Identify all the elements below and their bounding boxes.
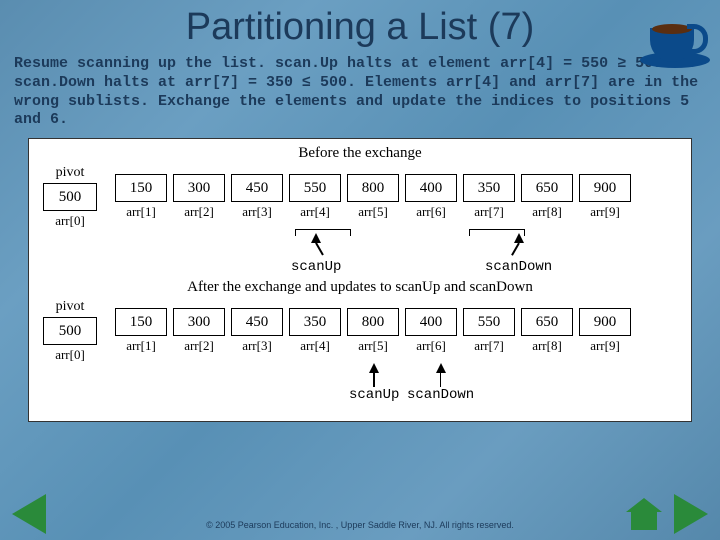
cell-label: arr[3]	[242, 204, 272, 220]
cell-label: arr[2]	[184, 204, 214, 220]
next-slide-button[interactable]	[674, 494, 708, 534]
pivot-label: pivot	[56, 165, 85, 181]
after-pointers: scanUp scanDown	[115, 363, 683, 407]
cell-value: 400	[405, 174, 457, 202]
cell-label: arr[6]	[416, 338, 446, 354]
cell-value: 650	[521, 174, 573, 202]
coffee-cup-icon	[640, 8, 710, 68]
description-text: Resume scanning up the list. scan.Up hal…	[0, 49, 720, 138]
array-cell: 900 arr[9]	[579, 174, 631, 220]
scanup-label: scanUp	[291, 259, 341, 275]
copyright-footer: © 2005 Pearson Education, Inc. , Upper S…	[0, 520, 720, 530]
cell-value: 300	[173, 174, 225, 202]
cell-label: arr[5]	[358, 204, 388, 220]
before-caption: Before the exchange	[37, 145, 683, 162]
arr0-label: arr[0]	[55, 213, 85, 229]
home-button[interactable]	[626, 498, 662, 534]
array-cell: 900 arr[9]	[579, 308, 631, 354]
cell-label: arr[5]	[358, 338, 388, 354]
cell-label: arr[8]	[532, 204, 562, 220]
before-block: Before the exchange pivot 500 arr[0] 150…	[37, 145, 683, 273]
cell-label: arr[4]	[300, 204, 330, 220]
cell-value: 900	[579, 174, 631, 202]
cell-value: 550	[463, 308, 515, 336]
cell-value: 450	[231, 308, 283, 336]
pivot-value: 500	[43, 317, 97, 345]
before-pointers: scanUp scanDown	[115, 229, 683, 273]
cell-label: arr[6]	[416, 204, 446, 220]
cell-label: arr[9]	[590, 204, 620, 220]
cell-value: 800	[347, 308, 399, 336]
page-title: Partitioning a List (7)	[0, 0, 720, 49]
scanup-label: scanUp	[349, 387, 399, 403]
pivot-value: 500	[43, 183, 97, 211]
array-cell: 150 arr[1]	[115, 308, 167, 354]
previous-slide-button[interactable]	[12, 494, 46, 534]
cell-label: arr[7]	[474, 338, 504, 354]
array-cell: 650 arr[8]	[521, 308, 573, 354]
cell-value: 350	[289, 308, 341, 336]
array-cell: 450 arr[3]	[231, 308, 283, 354]
cell-label: arr[7]	[474, 204, 504, 220]
array-cell: 150 arr[1]	[115, 174, 167, 220]
array-cell: 650 arr[8]	[521, 174, 573, 220]
cell-value: 150	[115, 174, 167, 202]
cell-value: 400	[405, 308, 457, 336]
cell-value: 350	[463, 174, 515, 202]
after-caption: After the exchange and updates to scanUp…	[37, 279, 683, 296]
cell-label: arr[4]	[300, 338, 330, 354]
partition-figure: Before the exchange pivot 500 arr[0] 150…	[28, 138, 692, 422]
cell-label: arr[1]	[126, 204, 156, 220]
array-cell: 300 arr[2]	[173, 308, 225, 354]
scanup-pointer: scanUp	[349, 363, 399, 403]
scandown-label: scanDown	[485, 259, 552, 275]
pivot-label: pivot	[56, 299, 85, 315]
cell-value: 150	[115, 308, 167, 336]
cell-value: 450	[231, 174, 283, 202]
array-cell: 550 arr[4]	[289, 174, 341, 220]
array-cell: 300 arr[2]	[173, 174, 225, 220]
array-cell: 550 arr[7]	[463, 308, 515, 354]
cell-value: 300	[173, 308, 225, 336]
array-cell: 400 arr[6]	[405, 308, 457, 354]
after-block: After the exchange and updates to scanUp…	[37, 279, 683, 407]
scandown-label: scanDown	[407, 387, 474, 403]
cell-label: arr[1]	[126, 338, 156, 354]
cell-label: arr[2]	[184, 338, 214, 354]
cell-value: 550	[289, 174, 341, 202]
cell-value: 650	[521, 308, 573, 336]
scandown-pointer: scanDown	[407, 363, 474, 403]
arr0-label: arr[0]	[55, 347, 85, 363]
array-cell: 350 arr[7]	[463, 174, 515, 220]
cell-value: 900	[579, 308, 631, 336]
array-cell: 800 arr[5]	[347, 308, 399, 354]
scanup-pointer: scanUp	[291, 233, 341, 275]
scandown-pointer: scanDown	[485, 233, 552, 275]
array-cell: 800 arr[5]	[347, 174, 399, 220]
array-cell: 350 arr[4]	[289, 308, 341, 354]
cell-label: arr[3]	[242, 338, 272, 354]
cell-value: 800	[347, 174, 399, 202]
array-cell: 450 arr[3]	[231, 174, 283, 220]
cell-label: arr[9]	[590, 338, 620, 354]
cell-label: arr[8]	[532, 338, 562, 354]
array-cell: 400 arr[6]	[405, 174, 457, 220]
